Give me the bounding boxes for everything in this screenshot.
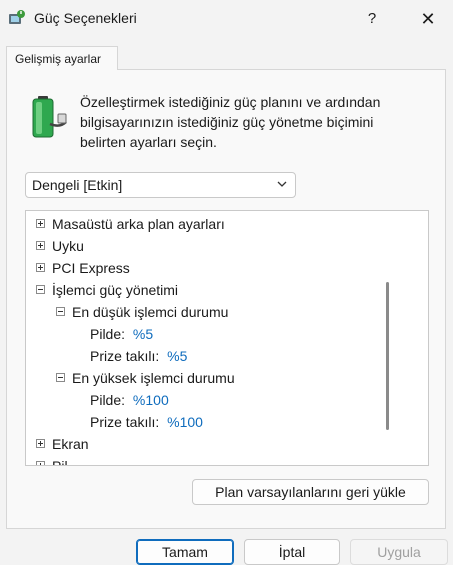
tree-scrollbar[interactable] — [386, 282, 389, 430]
tree-item-label: Masaüstü arka plan ayarları — [52, 216, 225, 232]
tree-item-label: En yüksek işlemci durumu — [72, 370, 235, 386]
setting-value[interactable]: %100 — [167, 414, 203, 430]
tree-item-label: Pil — [52, 458, 68, 466]
power-plan-value: Dengeli [Etkin] — [32, 177, 123, 193]
power-plan-select[interactable]: Dengeli [Etkin] — [25, 172, 296, 198]
tree-item-label: İşlemci güç yönetimi — [52, 282, 179, 298]
tree-item-min-plugged-in[interactable]: Prize takılı: %5 — [90, 345, 187, 367]
cancel-button[interactable]: İptal — [244, 539, 340, 565]
restore-defaults-button[interactable]: Plan varsayılanlarını geri yükle — [192, 479, 429, 505]
battery-icon — [32, 96, 67, 138]
setting-label: Pilde: — [90, 392, 126, 408]
help-button[interactable]: ? — [362, 8, 382, 30]
tree-item-processor-power[interactable]: İşlemci güç yönetimi — [36, 279, 178, 301]
tree-item-label: Uyku — [52, 238, 84, 254]
setting-label: Prize takılı: — [90, 348, 160, 364]
chevron-down-icon[interactable] — [275, 177, 289, 191]
title-bar[interactable]: Güç Seçenekleri ? ✕ — [0, 0, 453, 38]
expand-plus-icon[interactable] — [36, 241, 45, 250]
tree-item-max-on-battery[interactable]: Pilde: %100 — [90, 389, 169, 411]
setting-value[interactable]: %100 — [133, 392, 169, 408]
window-title: Güç Seçenekleri — [34, 10, 137, 26]
tree-item-label: PCI Express — [52, 260, 130, 276]
tab-advanced-settings[interactable]: Gelişmiş ayarlar — [6, 46, 118, 70]
power-options-icon — [9, 10, 25, 24]
setting-label: Prize takılı: — [90, 414, 160, 430]
collapse-minus-icon[interactable] — [56, 373, 65, 382]
tree-item-label: En düşük işlemci durumu — [72, 304, 229, 320]
settings-tree[interactable]: Masaüstü arka plan ayarları Uyku PCI Exp… — [25, 210, 429, 466]
apply-button[interactable]: Uygula — [350, 539, 448, 565]
close-button[interactable]: ✕ — [412, 6, 444, 32]
expand-plus-icon[interactable] — [36, 439, 45, 448]
tree-item-min-on-battery[interactable]: Pilde: %5 — [90, 323, 153, 345]
collapse-minus-icon[interactable] — [56, 307, 65, 316]
setting-label: Pilde: — [90, 326, 126, 342]
expand-plus-icon[interactable] — [36, 263, 45, 272]
tree-item-label: Ekran — [52, 436, 89, 452]
tree-item-max-plugged-in[interactable]: Prize takılı: %100 — [90, 411, 203, 433]
collapse-minus-icon[interactable] — [36, 285, 45, 294]
tree-item-min-processor-state[interactable]: En düşük işlemci durumu — [56, 301, 228, 323]
description-text: Özelleştirmek istediğiniz güç planını ve… — [80, 94, 381, 150]
setting-value[interactable]: %5 — [167, 348, 187, 364]
tree-item-sleep[interactable]: Uyku — [36, 235, 84, 257]
tree-item-battery[interactable]: Pil — [36, 455, 68, 466]
tree-item-max-processor-state[interactable]: En yüksek işlemci durumu — [56, 367, 235, 389]
ok-button[interactable]: Tamam — [136, 539, 234, 565]
expand-plus-icon[interactable] — [36, 461, 45, 465]
setting-value[interactable]: %5 — [133, 326, 153, 342]
expand-plus-icon[interactable] — [36, 219, 45, 228]
tree-item-pci-express[interactable]: PCI Express — [36, 257, 130, 279]
tree-item-desktop-background[interactable]: Masaüstü arka plan ayarları — [36, 213, 225, 235]
tree-item-display[interactable]: Ekran — [36, 433, 89, 455]
